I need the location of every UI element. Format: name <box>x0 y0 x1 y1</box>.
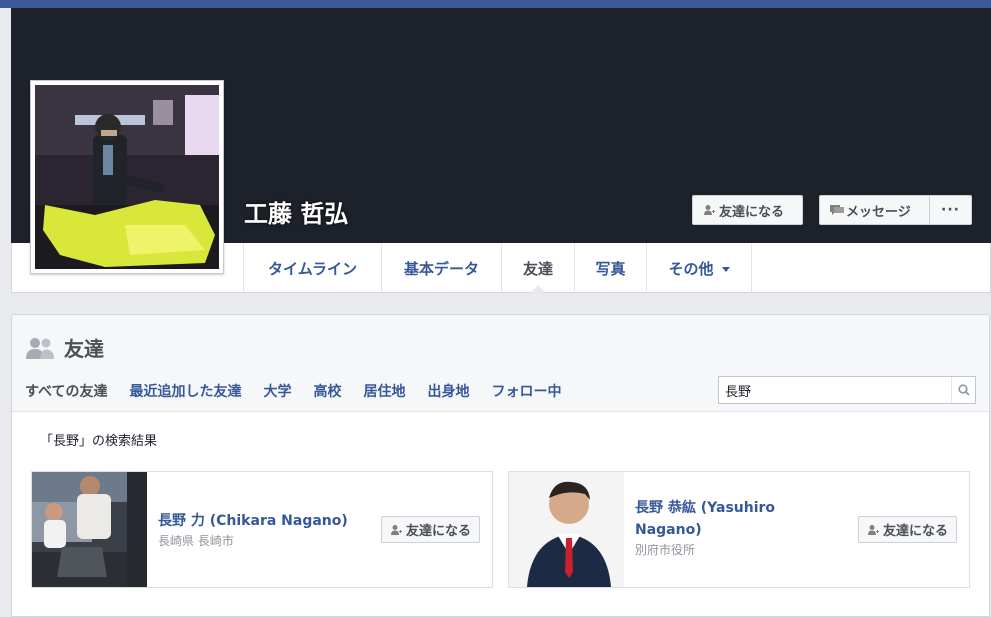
tab-friends-label: 友達 <box>522 259 553 278</box>
profile-picture[interactable] <box>30 80 224 274</box>
subtab-high-school[interactable]: 高校 <box>313 381 341 401</box>
message-label: メッセージ <box>846 204 911 220</box>
subtab-following[interactable]: フォロー中 <box>491 381 561 401</box>
tab-photos[interactable]: 写真 <box>574 243 646 293</box>
tab-timeline[interactable]: タイムライン <box>243 243 381 293</box>
friend-thumbnail[interactable] <box>32 472 147 587</box>
friends-icon <box>26 337 54 359</box>
add-friend-icon <box>390 524 402 535</box>
subtab-hometown[interactable]: 出身地 <box>427 381 469 401</box>
friends-section-title: 友達 <box>26 333 104 362</box>
tab-photos-label: 写真 <box>595 259 626 278</box>
profile-photo-image <box>35 85 219 269</box>
message-icon <box>830 204 844 216</box>
more-options-button[interactable]: ··· <box>929 195 972 225</box>
tab-timeline-label: タイムライン <box>268 259 357 278</box>
tab-more[interactable]: その他 <box>646 243 752 293</box>
friend-name[interactable]: 長野 恭紘 (Yasuhiro Nagano) <box>635 497 820 541</box>
add-friend-label: 友達になる <box>719 204 785 220</box>
tab-friends[interactable]: 友達 <box>501 243 574 294</box>
add-friend-label: 友達になる <box>882 524 948 539</box>
add-friend-icon <box>867 524 879 535</box>
friend-info: 長野 力 (Chikara Nagano) 長崎県 長崎市 <box>158 510 358 550</box>
add-friend-button[interactable]: 友達になる <box>857 516 957 543</box>
friend-location: 長崎県 長崎市 <box>158 534 234 548</box>
subtab-all-friends[interactable]: すべての友達 <box>25 381 107 401</box>
search-result-label: 「長野」の検索結果 <box>40 434 158 449</box>
message-button[interactable]: メッセージ <box>819 195 930 225</box>
add-friend-button[interactable]: 友達になる <box>692 195 803 225</box>
friend-info: 長野 恭紘 (Yasuhiro Nagano) 別府市役所 <box>635 497 820 559</box>
more-options-label: ··· <box>941 202 960 218</box>
chevron-down-icon <box>721 266 730 272</box>
subtab-recently-added[interactable]: 最近追加した友達 <box>129 381 241 401</box>
friend-workplace: 別府市役所 <box>635 543 696 557</box>
friends-panel: 友達 すべての友達 最近追加した友達 大学 高校 居住地 出身地 フォロー中 「… <box>11 314 990 617</box>
tab-about[interactable]: 基本データ <box>381 243 501 293</box>
add-friend-label: 友達になる <box>405 524 471 539</box>
profile-name[interactable]: 工藤 哲弘 <box>244 194 348 229</box>
tab-about-label: 基本データ <box>403 259 479 278</box>
search-icon <box>957 384 970 396</box>
friends-filter-tabs: すべての友達 最近追加した友達 大学 高校 居住地 出身地 フォロー中 <box>25 381 561 401</box>
subtab-current-city[interactable]: 居住地 <box>363 381 405 401</box>
add-friend-button[interactable]: 友達になる <box>380 516 480 543</box>
search-button[interactable] <box>951 377 975 403</box>
friend-result-card: 長野 力 (Chikara Nagano) 長崎県 長崎市 友達になる <box>31 471 493 588</box>
friends-search-box <box>718 376 976 404</box>
friend-name[interactable]: 長野 力 (Chikara Nagano) <box>158 510 358 532</box>
friends-title: 友達 <box>64 337 104 361</box>
friends-search-input[interactable] <box>719 377 951 403</box>
tab-more-label: その他 <box>668 259 714 278</box>
add-friend-icon <box>703 204 715 216</box>
friend-thumbnail[interactable] <box>509 472 624 587</box>
friend-photo-image <box>32 472 147 587</box>
top-brand-bar <box>0 0 991 8</box>
friend-photo-image <box>509 472 624 587</box>
profile-tabs: タイムライン 基本データ 友達 写真 その他 <box>243 243 752 294</box>
friends-panel-header: 友達 すべての友達 最近追加した友達 大学 高校 居住地 出身地 フォロー中 <box>12 315 989 412</box>
subtab-college[interactable]: 大学 <box>263 381 291 401</box>
friend-result-card: 長野 恭紘 (Yasuhiro Nagano) 別府市役所 友達になる <box>508 471 970 588</box>
